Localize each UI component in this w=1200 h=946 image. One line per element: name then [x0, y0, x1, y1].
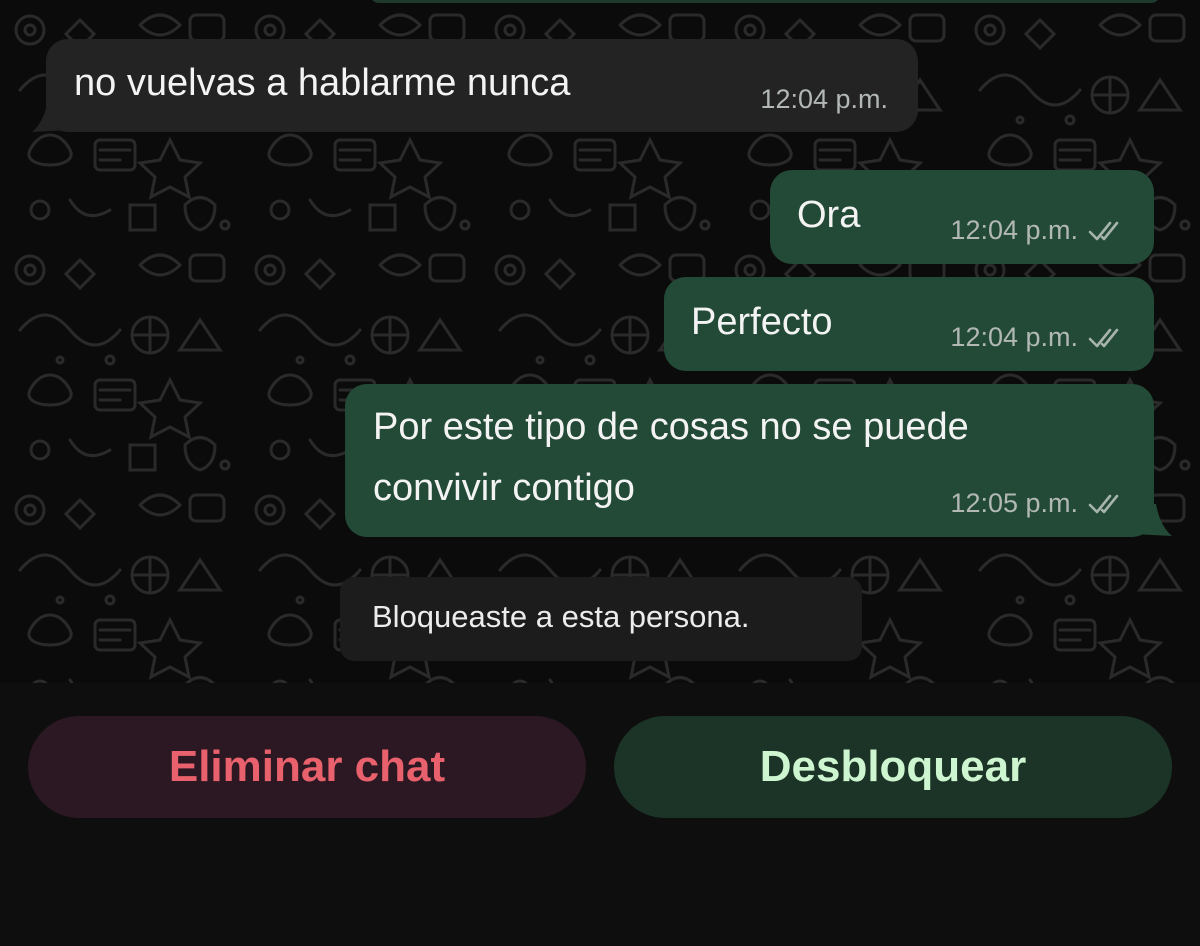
message-time: 12:04 p.m.	[950, 322, 1078, 352]
previous-message-edge	[370, 0, 1160, 3]
message-text: Perfecto	[691, 301, 833, 343]
message-time: 12:04 p.m.	[760, 84, 888, 114]
message-text: Ora	[797, 194, 861, 236]
blocked-notice: Bloqueaste a esta persona.	[340, 577, 862, 661]
read-double-check-icon	[1088, 328, 1119, 347]
message-meta: 12:04 p.m.	[760, 84, 888, 115]
read-double-check-icon	[1088, 494, 1119, 513]
delete-chat-button[interactable]: Eliminar chat	[28, 716, 586, 818]
message-text: no vuelvas a hablarme nunca	[74, 62, 571, 104]
message-meta: 12:04 p.m.	[950, 215, 1126, 246]
message-time: 12:05 p.m.	[950, 488, 1078, 518]
message-text-line-1: Por este tipo de cosas no se puede	[373, 406, 969, 448]
message-bubble-outgoing[interactable]: Por este tipo de cosas no se puede convi…	[345, 384, 1154, 537]
message-bubble-outgoing[interactable]: Perfecto 12:04 p.m.	[664, 277, 1154, 371]
unblock-label: Desbloquear	[759, 742, 1027, 791]
message-bubble-outgoing[interactable]: Ora 12:04 p.m.	[770, 170, 1154, 264]
blocked-notice-text: Bloqueaste a esta persona.	[372, 599, 750, 634]
read-double-check-icon	[1088, 221, 1119, 240]
delete-chat-label: Eliminar chat	[168, 742, 446, 791]
message-bubble-incoming[interactable]: no vuelvas a hablarme nunca 12:04 p.m.	[46, 39, 918, 132]
message-time: 12:04 p.m.	[950, 215, 1078, 245]
message-text-line-2: convivir contigo	[373, 467, 635, 509]
unblock-button[interactable]: Desbloquear	[614, 716, 1172, 818]
message-meta: 12:04 p.m.	[950, 322, 1126, 353]
message-meta: 12:05 p.m.	[950, 488, 1126, 519]
chat-area: no vuelvas a hablarme nunca 12:04 p.m. O…	[0, 0, 1200, 683]
